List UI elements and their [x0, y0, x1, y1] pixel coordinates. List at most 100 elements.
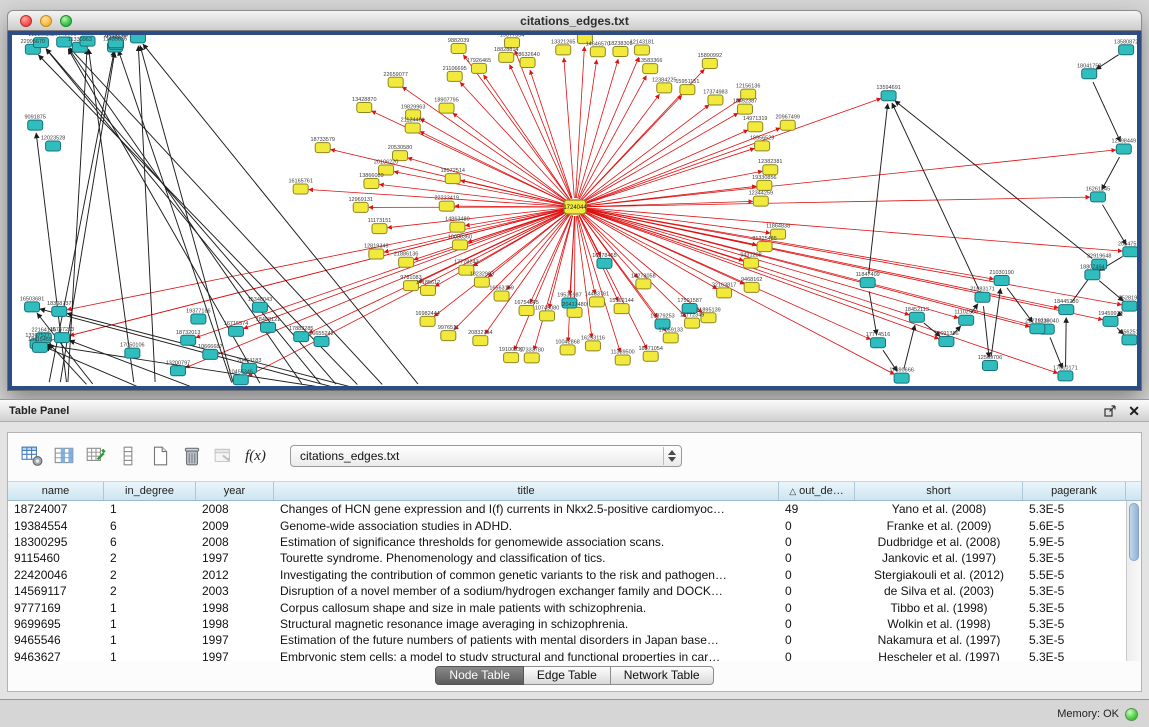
function-builder-button[interactable]: f(x) [242, 443, 269, 470]
graph-node[interactable] [753, 196, 768, 206]
graph-edge[interactable] [579, 76, 646, 199]
edit-table-button[interactable] [82, 443, 109, 470]
graph-edge[interactable] [892, 103, 979, 289]
graph-node[interactable] [643, 64, 658, 74]
graph-node[interactable] [585, 341, 600, 351]
graph-edge[interactable] [70, 48, 383, 385]
graph-node[interactable] [1082, 69, 1097, 79]
graph-node[interactable] [909, 312, 924, 322]
graph-node[interactable] [982, 361, 997, 371]
graph-node[interactable] [975, 292, 990, 302]
graph-node[interactable] [181, 335, 196, 345]
table-row[interactable]: 1456911722003Disruption of a novel membe… [8, 583, 1126, 599]
table-scrollbar[interactable] [1126, 501, 1141, 661]
graph-node[interactable] [748, 122, 763, 132]
graph-edge[interactable] [869, 291, 876, 334]
graph-node[interactable] [1123, 247, 1137, 257]
graph-node[interactable] [252, 302, 267, 312]
graph-node[interactable] [357, 103, 372, 113]
table-row[interactable]: 977716911998Corpus callosum shape and si… [8, 599, 1126, 615]
graph-node[interactable] [439, 201, 454, 211]
graph-edge[interactable] [584, 208, 1122, 251]
graph-edge[interactable] [578, 59, 619, 198]
graph-node[interactable] [894, 373, 909, 383]
graph-node[interactable] [1058, 371, 1073, 381]
graph-edge[interactable] [579, 57, 639, 198]
graph-node[interactable] [860, 278, 875, 288]
graph-node[interactable] [524, 353, 539, 363]
graph-edge[interactable] [89, 49, 134, 382]
graph-node[interactable] [46, 141, 61, 151]
graph-edge[interactable] [904, 325, 915, 369]
graph-node[interactable] [260, 322, 275, 332]
graph-node[interactable] [441, 331, 456, 341]
graph-node[interactable] [233, 375, 248, 385]
graph-node[interactable] [473, 336, 488, 346]
new-table-button[interactable] [146, 443, 173, 470]
graph-node[interactable] [556, 45, 571, 55]
graph-edge[interactable] [582, 105, 709, 202]
graph-node[interactable] [452, 240, 467, 250]
graph-edge[interactable] [584, 148, 755, 204]
graph-node[interactable] [52, 306, 67, 316]
graph-edge[interactable] [484, 75, 570, 200]
graph-node[interactable] [1085, 270, 1100, 280]
graph-node[interactable] [708, 95, 723, 105]
graph-node[interactable] [1103, 316, 1118, 326]
graph-edge[interactable] [420, 119, 567, 203]
import-table-button[interactable] [210, 443, 237, 470]
graph-node[interactable] [405, 123, 420, 133]
close-panel-icon[interactable]: ✕ [1128, 404, 1140, 418]
column-header-year[interactable]: year [196, 482, 274, 500]
graph-node[interactable] [293, 184, 308, 194]
close-button[interactable] [20, 15, 32, 27]
graph-node[interactable] [702, 58, 717, 68]
graph-node[interactable] [499, 52, 514, 62]
graph-node[interactable] [494, 291, 509, 301]
graph-node[interactable] [589, 297, 604, 307]
graph-node[interactable] [634, 45, 649, 55]
graph-edge[interactable] [384, 209, 566, 252]
graph-node[interactable] [399, 257, 414, 267]
graph-node[interactable] [519, 305, 534, 315]
graph-node[interactable] [420, 285, 435, 295]
graph-edge[interactable] [869, 104, 888, 274]
graph-node[interactable] [560, 345, 575, 355]
graph-edge[interactable] [514, 215, 571, 350]
graph-edge[interactable] [463, 55, 569, 200]
graph-node[interactable] [353, 202, 368, 212]
graph-node[interactable] [540, 311, 555, 321]
graph-node[interactable] [388, 77, 403, 87]
graph-node[interactable] [613, 46, 628, 56]
graph-edge[interactable] [584, 209, 1103, 320]
graph-edge[interactable] [138, 46, 155, 382]
graph-node[interactable] [959, 315, 974, 325]
table-row[interactable]: 1830029562008Estimation of significance … [8, 534, 1126, 550]
graph-node[interactable] [25, 302, 40, 312]
graph-edge[interactable] [460, 82, 569, 200]
graph-node[interactable] [590, 47, 605, 57]
graph-edge[interactable] [584, 171, 763, 205]
show-columns-button[interactable] [50, 443, 77, 470]
graph-node[interactable] [520, 57, 535, 67]
table-row[interactable]: 969969511998Structural magnetic resonanc… [8, 616, 1126, 632]
graph-node[interactable] [54, 333, 69, 343]
table-row[interactable]: 1872400712008Changes of HCN gene express… [8, 501, 1126, 517]
graph-edge[interactable] [583, 130, 748, 203]
column-header-short[interactable]: short [855, 482, 1023, 500]
graph-edge[interactable] [1066, 318, 1067, 367]
delete-table-button[interactable] [178, 443, 205, 470]
graph-node[interactable] [614, 304, 629, 314]
tab-edge-table[interactable]: Edge Table [524, 666, 611, 685]
graph-node[interactable] [939, 336, 954, 346]
graph-edge[interactable] [584, 209, 1122, 305]
minimize-button[interactable] [40, 15, 52, 27]
graph-node[interactable] [680, 85, 695, 95]
graph-edge[interactable] [570, 216, 575, 295]
table-row[interactable]: 946362711997Embryonic stem cells: a mode… [8, 649, 1126, 661]
graph-node[interactable] [125, 348, 140, 358]
graph-edge[interactable] [379, 184, 566, 206]
graph-node[interactable] [567, 307, 582, 317]
graph-node[interactable] [755, 141, 770, 151]
column-header-out_degree[interactable]: △out_de… [779, 482, 855, 500]
